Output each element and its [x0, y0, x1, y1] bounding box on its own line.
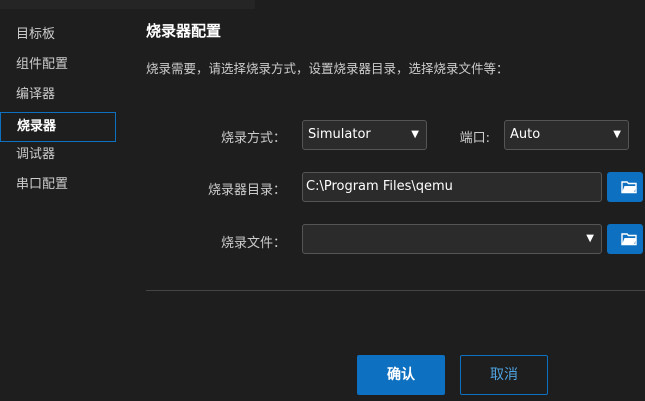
section-divider [146, 290, 645, 291]
flasher-dir-label: 烧录器目录： [207, 183, 286, 198]
port-label: 端口: [459, 131, 490, 146]
main-panel: 烧录器配置 烧录需要，请选择烧录方式，设置烧录器目录，选择烧录文件等： 烧录方式… [146, 0, 645, 401]
method-select[interactable]: Simulator ▼ [302, 120, 427, 150]
chevron-down-icon: ▼ [411, 129, 419, 140]
method-select-value: Simulator [308, 127, 371, 142]
page-title: 烧录器配置 [146, 22, 222, 40]
confirm-button[interactable]: 确认 [357, 355, 445, 395]
chevron-down-icon: ▼ [613, 129, 621, 140]
page-description: 烧录需要，请选择烧录方式，设置烧录器目录，选择烧录文件等： [146, 61, 509, 76]
sidebar-item-components[interactable]: 组件配置 [0, 52, 120, 82]
port-select-value: Auto [510, 127, 541, 142]
settings-sidebar: 目标板 组件配置 编译器 烧录器 调试器 串口配置 [0, 22, 120, 202]
method-label: 烧录方式： [220, 131, 286, 146]
sidebar-item-serial-port[interactable]: 串口配置 [0, 172, 120, 202]
sidebar-item-compiler[interactable]: 编译器 [0, 82, 120, 112]
cancel-button[interactable]: 取消 [460, 355, 548, 395]
folder-open-icon [621, 181, 637, 194]
browse-file-button[interactable] [607, 224, 643, 254]
sidebar-item-target-board[interactable]: 目标板 [0, 22, 120, 52]
chevron-down-icon: ▼ [586, 233, 594, 244]
sidebar-item-debugger[interactable]: 调试器 [0, 142, 120, 172]
folder-open-icon [621, 233, 637, 246]
flash-file-label: 烧录文件： [220, 236, 286, 251]
flasher-dir-input[interactable]: C:\Program Files\qemu [302, 172, 602, 202]
port-select[interactable]: Auto ▼ [504, 120, 629, 150]
sidebar-item-flasher[interactable]: 烧录器 [0, 112, 116, 142]
flash-file-select[interactable]: ▼ [302, 224, 602, 254]
browse-dir-button[interactable] [607, 172, 643, 202]
